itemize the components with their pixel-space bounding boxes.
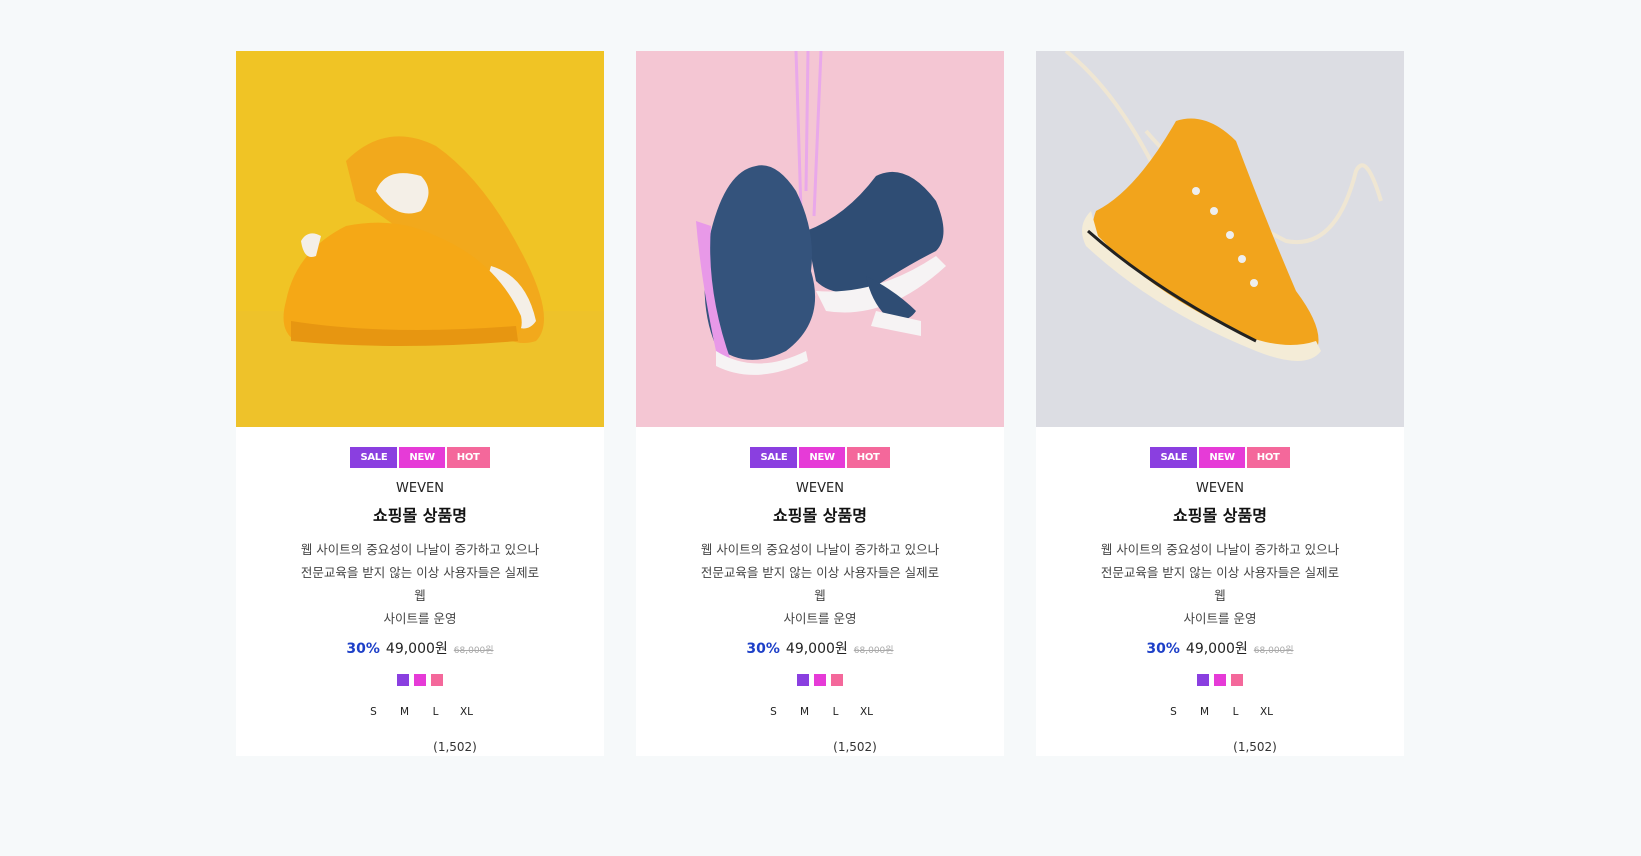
brand-name: WEVEN [796,481,844,496]
product-name[interactable]: 쇼핑몰 상품명 [373,502,467,526]
badge-group: SALE NEW HOT [750,447,890,468]
product-image[interactable] [636,51,1004,427]
description-line: 전문교육을 받지 않는 이상 사용자들은 실제로 웹 [1100,565,1340,603]
product-card[interactable]: SALE NEW HOT WEVEN 쇼핑몰 상품명 웹 사이트의 중요성이 나… [636,51,1004,756]
new-badge: NEW [399,447,445,468]
product-description: 웹 사이트의 중요성이 나날이 증가하고 있으나 전문교육을 받지 않는 이상 … [1095,538,1345,630]
color-swatches [397,674,443,686]
product-image[interactable] [236,51,604,427]
color-swatches [1197,674,1243,686]
color-swatch-pink[interactable] [431,674,443,686]
size-option-s[interactable]: S [1158,706,1189,718]
color-swatches [797,674,843,686]
color-swatch-pink[interactable] [1231,674,1243,686]
hot-badge: HOT [446,447,490,468]
sale-badge: SALE [350,447,398,468]
hot-badge: HOT [1246,447,1290,468]
new-badge: NEW [799,447,845,468]
sale-badge: SALE [1150,447,1198,468]
description-line: 웹 사이트의 중요성이 나날이 증가하고 있으나 [1100,542,1340,557]
product-description: 웹 사이트의 중요성이 나날이 증가하고 있으나 전문교육을 받지 않는 이상 … [695,538,945,630]
yellow-sneakers-photo [236,51,604,427]
original-price: 68,000원 [453,646,494,656]
color-swatch-purple[interactable] [797,674,809,686]
size-option-l[interactable]: L [420,706,451,718]
discount-rate: 30% [346,641,380,657]
price-row: 30% 49,000원 68,000원 [746,638,893,658]
orange-hightop-sneaker-photo [1036,51,1404,427]
discount-rate: 30% [1146,641,1180,657]
size-option-s[interactable]: S [758,706,789,718]
sale-price: 49,000원 [1185,641,1248,657]
description-line: 전문교육을 받지 않는 이상 사용자들은 실제로 웹 [700,565,940,603]
description-line: 웹 사이트의 중요성이 나날이 증가하고 있으나 [300,542,540,557]
description-line: 웹 사이트의 중요성이 나날이 증가하고 있으나 [700,542,940,557]
size-option-m[interactable]: M [789,706,820,718]
color-swatch-purple[interactable] [1197,674,1209,686]
color-swatch-magenta[interactable] [1214,674,1226,686]
product-description: 웹 사이트의 중요성이 나날이 증가하고 있으나 전문교육을 받지 않는 이상 … [295,538,545,630]
product-grid: SALE NEW HOT WEVEN 쇼핑몰 상품명 웹 사이트의 중요성이 나… [236,51,1404,756]
review-count: (1,502) [1233,740,1277,754]
review-count: (1,502) [433,740,477,754]
sale-price: 49,000원 [385,641,448,657]
product-name[interactable]: 쇼핑몰 상품명 [773,502,867,526]
product-name[interactable]: 쇼핑몰 상품명 [1173,502,1267,526]
brand-name: WEVEN [396,481,444,496]
color-swatch-magenta[interactable] [814,674,826,686]
price-row: 30% 49,000원 68,000원 [346,638,493,658]
review-count: (1,502) [833,740,877,754]
size-options: S M L XL [758,706,882,718]
size-option-xl[interactable]: XL [1251,706,1282,718]
sale-price: 49,000원 [785,641,848,657]
size-option-l[interactable]: L [820,706,851,718]
new-badge: NEW [1199,447,1245,468]
size-option-xl[interactable]: XL [851,706,882,718]
original-price: 68,000원 [853,646,894,656]
size-option-s[interactable]: S [358,706,389,718]
size-option-l[interactable]: L [1220,706,1251,718]
badge-group: SALE NEW HOT [1150,447,1290,468]
color-swatch-magenta[interactable] [414,674,426,686]
product-image[interactable] [1036,51,1404,427]
original-price: 68,000원 [1253,646,1294,656]
description-line: 사이트를 운영 [383,611,457,626]
product-card[interactable]: SALE NEW HOT WEVEN 쇼핑몰 상품명 웹 사이트의 중요성이 나… [236,51,604,756]
description-line: 사이트를 운영 [1183,611,1257,626]
price-row: 30% 49,000원 68,000원 [1146,638,1293,658]
hot-badge: HOT [846,447,890,468]
size-options: S M L XL [358,706,482,718]
size-options: S M L XL [1158,706,1282,718]
badge-group: SALE NEW HOT [350,447,490,468]
discount-rate: 30% [746,641,780,657]
size-option-xl[interactable]: XL [451,706,482,718]
size-option-m[interactable]: M [1189,706,1220,718]
brand-name: WEVEN [1196,481,1244,496]
description-line: 사이트를 운영 [783,611,857,626]
description-line: 전문교육을 받지 않는 이상 사용자들은 실제로 웹 [300,565,540,603]
sale-badge: SALE [750,447,798,468]
product-card[interactable]: SALE NEW HOT WEVEN 쇼핑몰 상품명 웹 사이트의 중요성이 나… [1036,51,1404,756]
size-option-m[interactable]: M [389,706,420,718]
navy-pink-sneakers-photo [636,51,1004,427]
color-swatch-purple[interactable] [397,674,409,686]
color-swatch-pink[interactable] [831,674,843,686]
